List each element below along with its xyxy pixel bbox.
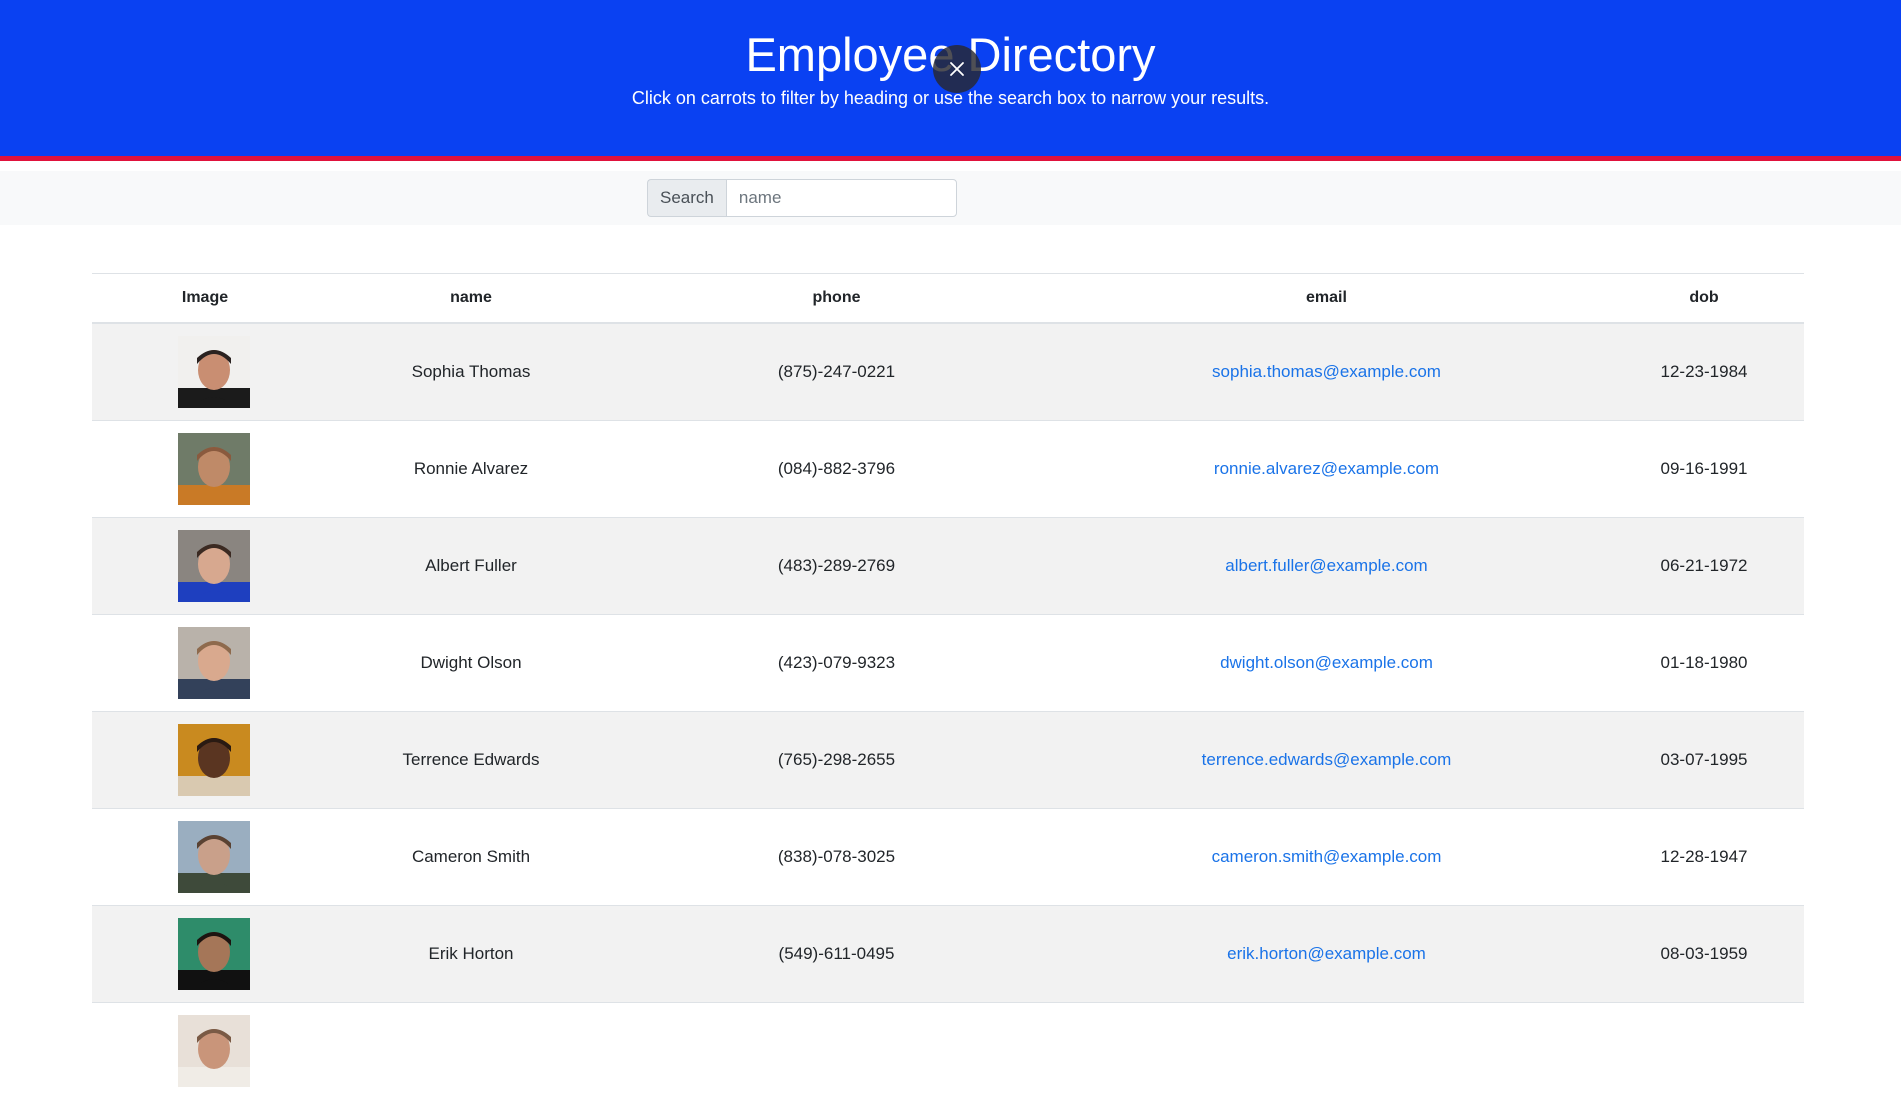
email-link[interactable]: cameron.smith@example.com: [1212, 847, 1442, 866]
employee-table: Image name phone email dob Sophia Thomas…: [92, 273, 1804, 1099]
table-row: Erik Horton(549)-611-0495 erik.horton@exa…: [92, 906, 1804, 1003]
cell-name: Dwight Olson: [318, 615, 624, 712]
cell-email: cameron.smith@example.com: [1049, 809, 1604, 906]
close-icon: [949, 61, 965, 77]
cell-phone: (765)-298-2655: [624, 712, 1049, 809]
cell-image: [92, 323, 318, 421]
page-header: Employee Directory Click on carrots to f…: [0, 0, 1901, 161]
cell-dob: 12-23-1984: [1604, 323, 1804, 421]
cell-name: Erik Horton: [318, 906, 624, 1003]
email-link[interactable]: ronnie.alvarez@example.com: [1214, 459, 1439, 478]
avatar: [178, 336, 250, 408]
column-header-dob[interactable]: dob: [1604, 274, 1804, 324]
cell-image: [92, 906, 318, 1003]
cell-dob: 06-21-1972: [1604, 518, 1804, 615]
table-body: Sophia Thomas(875)-247-0221 sophia.thomas…: [92, 323, 1804, 1099]
cell-phone: [624, 1003, 1049, 1099]
cell-dob: [1604, 1003, 1804, 1099]
email-link[interactable]: dwight.olson@example.com: [1220, 653, 1433, 672]
avatar: [178, 433, 250, 505]
cell-image: [92, 1003, 318, 1099]
cell-dob: 08-03-1959: [1604, 906, 1804, 1003]
table-row: [92, 1003, 1804, 1099]
cell-image: [92, 712, 318, 809]
cell-phone: (549)-611-0495: [624, 906, 1049, 1003]
column-header-phone[interactable]: phone: [624, 274, 1049, 324]
search-bar: Search: [0, 171, 1901, 225]
search-input-group: Search: [647, 179, 957, 217]
cell-image: [92, 518, 318, 615]
email-link[interactable]: sophia.thomas@example.com: [1212, 362, 1441, 381]
table-row: Ronnie Alvarez(084)-882-3796 ronnie.alvar…: [92, 421, 1804, 518]
cell-name: Cameron Smith: [318, 809, 624, 906]
cell-dob: 03-07-1995: [1604, 712, 1804, 809]
cell-phone: (423)-079-9323: [624, 615, 1049, 712]
avatar: [178, 530, 250, 602]
cell-name: Ronnie Alvarez: [318, 421, 624, 518]
cell-email: ronnie.alvarez@example.com: [1049, 421, 1604, 518]
cell-phone: (483)-289-2769: [624, 518, 1049, 615]
cell-name: [318, 1003, 624, 1099]
column-header-email[interactable]: email: [1049, 274, 1604, 324]
email-link[interactable]: albert.fuller@example.com: [1225, 556, 1427, 575]
cell-email: dwight.olson@example.com: [1049, 615, 1604, 712]
cell-email: erik.horton@example.com: [1049, 906, 1604, 1003]
cell-image: [92, 421, 318, 518]
email-link[interactable]: erik.horton@example.com: [1227, 944, 1426, 963]
cell-email: terrence.edwards@example.com: [1049, 712, 1604, 809]
search-label: Search: [647, 179, 726, 217]
cell-phone: (838)-078-3025: [624, 809, 1049, 906]
email-link[interactable]: terrence.edwards@example.com: [1202, 750, 1452, 769]
avatar: [178, 724, 250, 796]
avatar: [178, 627, 250, 699]
cell-email: [1049, 1003, 1604, 1099]
close-button[interactable]: [933, 45, 981, 93]
table-header: Image name phone email dob: [92, 274, 1804, 324]
cell-name: Terrence Edwards: [318, 712, 624, 809]
avatar: [178, 1015, 250, 1087]
cell-image: [92, 809, 318, 906]
avatar: [178, 821, 250, 893]
cell-phone: (084)-882-3796: [624, 421, 1049, 518]
table-row: Cameron Smith(838)-078-3025 cameron.smith…: [92, 809, 1804, 906]
cell-image: [92, 615, 318, 712]
cell-dob: 12-28-1947: [1604, 809, 1804, 906]
cell-name: Albert Fuller: [318, 518, 624, 615]
column-header-name[interactable]: name: [318, 274, 624, 324]
cell-phone: (875)-247-0221: [624, 323, 1049, 421]
table-row: Sophia Thomas(875)-247-0221 sophia.thomas…: [92, 323, 1804, 421]
table-row: Terrence Edwards(765)-298-2655 terrence.e…: [92, 712, 1804, 809]
table-row: Dwight Olson(423)-079-9323 dwight.olson@e…: [92, 615, 1804, 712]
cell-name: Sophia Thomas: [318, 323, 624, 421]
cell-email: sophia.thomas@example.com: [1049, 323, 1604, 421]
column-header-image[interactable]: Image: [92, 274, 318, 324]
cell-email: albert.fuller@example.com: [1049, 518, 1604, 615]
cell-dob: 01-18-1980: [1604, 615, 1804, 712]
avatar: [178, 918, 250, 990]
cell-dob: 09-16-1991: [1604, 421, 1804, 518]
search-input[interactable]: [726, 179, 957, 217]
table-row: Albert Fuller(483)-289-2769 albert.fuller…: [92, 518, 1804, 615]
